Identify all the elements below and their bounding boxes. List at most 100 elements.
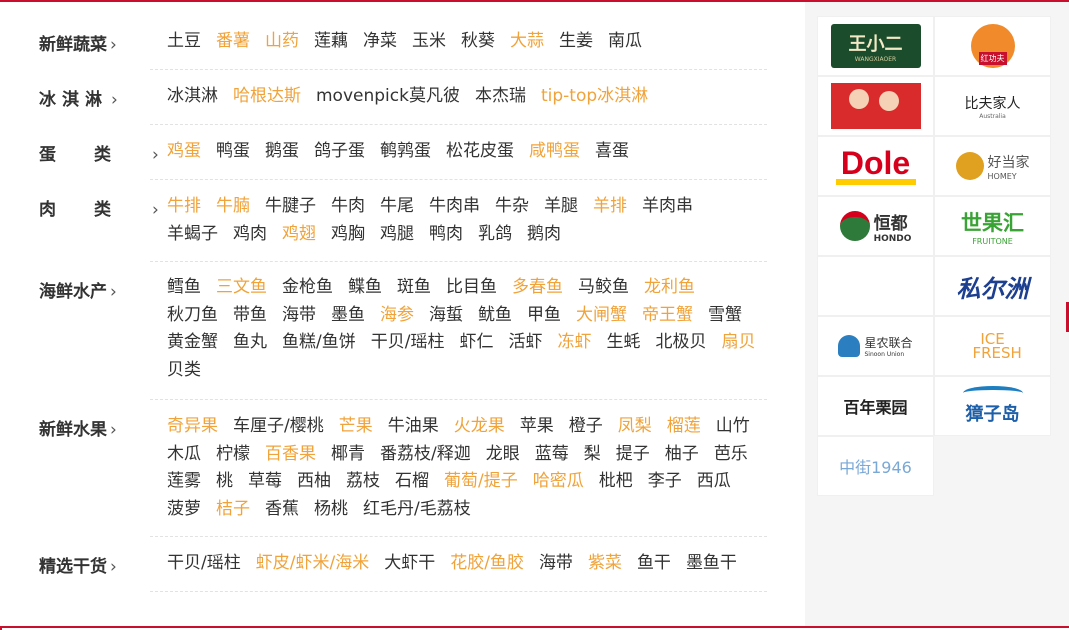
brand-logo-bifu-jiaren[interactable]: 比夫家人 Australia xyxy=(934,76,1051,136)
category-link[interactable]: 哈密瓜 xyxy=(533,468,584,496)
category-link[interactable]: 牛尾 xyxy=(380,193,414,221)
category-link[interactable]: 鹅肉 xyxy=(527,221,561,249)
category-title-vegetables[interactable]: 新鲜蔬菜 › xyxy=(39,30,117,55)
category-link[interactable]: 牛腩 xyxy=(216,193,250,221)
category-link[interactable]: 虾皮/虾米/海米 xyxy=(256,550,369,578)
brand-logo-haodangjia[interactable]: 好当家 HOMEY xyxy=(934,136,1051,196)
category-link[interactable]: 生姜 xyxy=(559,28,593,56)
category-link[interactable]: 金枪鱼 xyxy=(282,274,333,302)
brand-logo-hengdu[interactable]: 恒都 HONDO xyxy=(817,196,934,256)
category-link[interactable]: 海带 xyxy=(539,550,573,578)
category-link[interactable]: 鸡胸 xyxy=(331,221,365,249)
category-link[interactable]: 桔子 xyxy=(216,496,250,524)
category-link[interactable]: 土豆 xyxy=(167,28,201,56)
category-link[interactable]: 秋葵 xyxy=(461,28,495,56)
category-link[interactable]: 大虾干 xyxy=(384,550,435,578)
category-link[interactable]: 西柚 xyxy=(297,468,331,496)
category-link[interactable]: 牛腱子 xyxy=(265,193,316,221)
category-link[interactable]: 墨鱼干 xyxy=(686,550,737,578)
category-link[interactable]: 大蒜 xyxy=(510,28,544,56)
category-link[interactable]: 斑鱼 xyxy=(397,274,431,302)
category-link[interactable]: 香蕉 xyxy=(265,496,299,524)
category-link[interactable]: 羊排 xyxy=(593,193,627,221)
category-link[interactable]: 咸鸭蛋 xyxy=(529,138,580,166)
category-link[interactable]: 山竹 xyxy=(716,413,750,441)
category-link[interactable]: 草莓 xyxy=(248,468,282,496)
brand-logo-zhongjie1946[interactable]: 中街1946 xyxy=(817,436,934,496)
category-link[interactable]: 海蜇 xyxy=(429,302,463,330)
category-link[interactable]: 玉米 xyxy=(412,28,446,56)
category-link[interactable]: 葡萄/提子 xyxy=(444,468,518,496)
category-link[interactable]: 鱼干 xyxy=(637,550,671,578)
category-link[interactable]: 南瓜 xyxy=(608,28,642,56)
category-link[interactable]: 柚子 xyxy=(665,441,699,469)
category-link[interactable]: 蓝莓 xyxy=(535,441,569,469)
category-link[interactable]: 提子 xyxy=(616,441,650,469)
category-link[interactable]: 鲽鱼 xyxy=(348,274,382,302)
category-link[interactable]: 梨 xyxy=(584,441,601,469)
category-link[interactable]: 木瓜 xyxy=(167,441,201,469)
category-link[interactable]: 羊蝎子 xyxy=(167,221,218,249)
category-link[interactable]: 鸡腿 xyxy=(380,221,414,249)
brand-logo-hong-gongfu[interactable]: 红功夫 xyxy=(934,16,1051,76)
category-link[interactable]: 苹果 xyxy=(520,413,554,441)
category-link[interactable]: 甲鱼 xyxy=(527,302,561,330)
category-link[interactable]: 椰青 xyxy=(331,441,365,469)
category-link[interactable]: 鸭蛋 xyxy=(216,138,250,166)
category-link[interactable]: 石榴 xyxy=(395,468,429,496)
brand-logo-couple[interactable] xyxy=(817,76,934,136)
category-link[interactable]: 三文鱼 xyxy=(216,274,267,302)
category-link[interactable]: 车厘子/樱桃 xyxy=(233,413,324,441)
category-title-dried[interactable]: 精选干货 › xyxy=(39,552,117,577)
category-title-icecream[interactable]: 冰淇淋 › xyxy=(39,85,118,110)
category-link[interactable]: 龙利鱼 xyxy=(644,274,695,302)
category-link[interactable]: 乳鸽 xyxy=(478,221,512,249)
category-link[interactable]: 花胶/鱼胶 xyxy=(450,550,524,578)
category-link[interactable]: 莲藕 xyxy=(314,28,348,56)
brand-logo-icefresh[interactable]: ICE FRESH xyxy=(934,316,1051,376)
category-link[interactable]: 奇异果 xyxy=(167,413,218,441)
category-link[interactable]: 柠檬 xyxy=(216,441,250,469)
category-link[interactable]: 秋刀鱼 xyxy=(167,302,218,330)
category-link[interactable]: 桃 xyxy=(216,468,233,496)
category-link[interactable]: 净菜 xyxy=(363,28,397,56)
category-title-meat[interactable]: 肉类 › xyxy=(39,195,159,220)
category-link[interactable]: 鱿鱼 xyxy=(478,302,512,330)
category-link[interactable]: 山药 xyxy=(265,28,299,56)
category-link[interactable]: 枇杷 xyxy=(599,468,633,496)
category-link[interactable]: 扇贝 xyxy=(721,329,755,357)
category-link[interactable]: 冰淇淋 xyxy=(167,83,218,111)
category-link[interactable]: 紫菜 xyxy=(588,550,622,578)
category-link[interactable]: 鸡翅 xyxy=(282,221,316,249)
category-link[interactable]: 芒果 xyxy=(339,413,373,441)
brand-logo-wangxiaoer[interactable]: 王小二 WANGXIAOER xyxy=(817,16,934,76)
category-link[interactable]: 红毛丹/毛荔枝 xyxy=(363,496,471,524)
brand-logo-zhangzidao[interactable]: 獐子岛 xyxy=(934,376,1051,436)
category-title-fruit[interactable]: 新鲜水果 › xyxy=(39,415,117,440)
category-link[interactable]: 鱼丸 xyxy=(233,329,267,357)
category-link[interactable]: 西瓜 xyxy=(697,468,731,496)
category-link[interactable]: 番荔枝/释迦 xyxy=(380,441,471,469)
category-link[interactable]: 番薯 xyxy=(216,28,250,56)
category-link[interactable]: 羊腿 xyxy=(544,193,578,221)
category-link[interactable]: 李子 xyxy=(648,468,682,496)
category-link[interactable]: tip-top冰淇淋 xyxy=(541,83,648,111)
category-link[interactable]: 虾仁 xyxy=(459,329,493,357)
category-link[interactable]: 荔枝 xyxy=(346,468,380,496)
brand-logo-sierzhou[interactable]: 私尔洲 xyxy=(934,256,1051,316)
category-link[interactable]: 冻虾 xyxy=(557,329,591,357)
category-link[interactable]: 鸡肉 xyxy=(233,221,267,249)
category-link[interactable]: 黄金蟹 xyxy=(167,329,218,357)
category-link[interactable]: 牛肉 xyxy=(331,193,365,221)
category-link[interactable]: 活虾 xyxy=(508,329,542,357)
category-link[interactable]: 杨桃 xyxy=(314,496,348,524)
category-link[interactable]: 干贝/瑶柱 xyxy=(371,329,445,357)
category-link[interactable]: 马鲛鱼 xyxy=(578,274,629,302)
category-link[interactable]: 牛油果 xyxy=(388,413,439,441)
category-link[interactable]: 鱼糕/鱼饼 xyxy=(282,329,356,357)
category-link[interactable]: 海参 xyxy=(380,302,414,330)
category-link[interactable]: 羊肉串 xyxy=(642,193,693,221)
category-link[interactable]: 帝王蟹 xyxy=(642,302,693,330)
category-link[interactable]: 牛杂 xyxy=(495,193,529,221)
category-link[interactable]: 菠萝 xyxy=(167,496,201,524)
